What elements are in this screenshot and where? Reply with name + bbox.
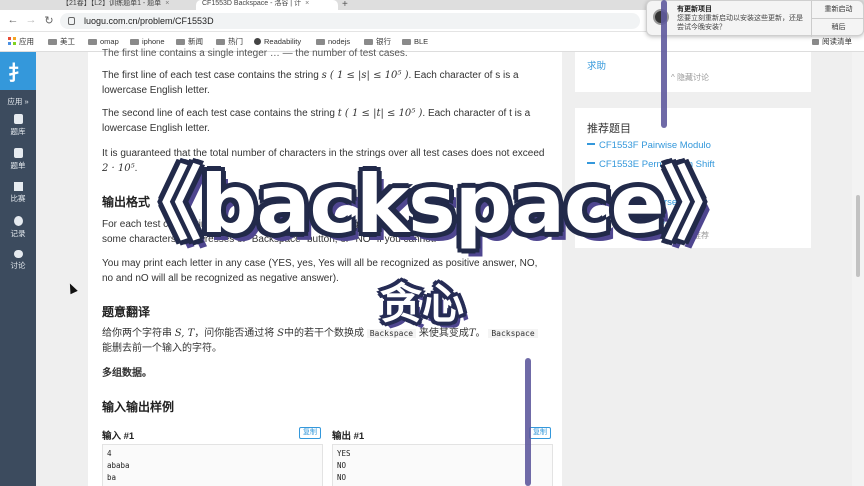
sample-input-label: 输入 #1 [102,431,135,442]
later-button[interactable]: 稍后 [812,19,864,37]
tab-label: CF1553D Backspace - 洛谷 | 计 [202,0,302,7]
folder-icon [130,39,139,45]
sample-output-line: NO [337,461,347,470]
sample-input-line: ba [107,473,117,482]
overlay-bar [661,0,667,128]
sample-output-box: YES NO NO [332,444,553,486]
ask-for-help-link[interactable]: 求助 [587,58,606,72]
folder-icon [402,39,411,45]
url-text: luogu.com.cn/problem/CF1553D [84,16,214,26]
folder-icon [316,39,325,45]
screen: 【21春】【L2】训练题单1 - 题单 × CF1553D Backspace -… [0,0,864,486]
copy-input-button[interactable]: 复制 [299,427,321,439]
forward-arrow-icon[interactable]: → [24,14,38,26]
overlay-bar [525,358,531,486]
sidebar-item-problems[interactable]: 题库 [0,114,36,137]
output-case-note: You may print each letter in any case (Y… [102,258,538,284]
sample-input-box: 4 ababa ba [102,444,323,486]
overlay-title: 《backspace》 [121,158,743,251]
folder-icon [176,39,185,45]
sample-output-label: 输出 #1 [332,431,365,442]
close-icon[interactable]: × [165,0,169,7]
discussion-card: 求助 ^ 隐藏讨论 [575,52,811,92]
apps-grid-icon [8,37,16,45]
translation-text: 给你两个字符串 S, T，问你能否通过将 S中的若干个数换成 Backspace… [102,326,546,356]
reload-icon[interactable]: ↻ [42,14,56,27]
tab-label: 【21春】【L2】训练题单1 - 题单 [62,0,162,7]
sample-input-line: ababa [107,461,130,470]
lock-icon [68,17,75,25]
notification-title: 有更新项目 [677,6,712,13]
new-tab-button[interactable]: + [342,0,348,10]
problem-content: The first line contains a single integer… [88,48,562,486]
readability-icon [254,38,261,45]
notification-buttons: 重新启动 稍后 [811,1,864,37]
left-sidebar: ⺘ 应用 » 题库 题单 比赛 记录 讨论 [0,52,36,486]
tab-cf1553d[interactable]: CF1553D Backspace - 洛谷 | 计 × [196,0,338,10]
update-notification: 有更新项目 您要立刻重新启动以安装这些更新，还是尝试今晚安装？ 重新启动 稍后 [646,0,864,37]
mouse-cursor-icon [66,281,78,295]
sidebar-expand[interactable]: 应用 » [0,96,36,107]
multi-case-note: 多组数据。 [102,368,152,379]
close-icon[interactable]: × [305,0,309,7]
back-arrow-icon[interactable]: ← [6,14,20,26]
copy-output-button[interactable]: 复制 [529,427,551,439]
sample-input-line: 4 [107,449,112,458]
input-line-s: The first line of each test case contain… [102,70,519,96]
reading-list-icon [812,39,819,45]
folder-icon [88,39,97,45]
recommended-title: 推荐题目 [587,123,631,135]
folder-icon [48,39,57,45]
bookmark-folder[interactable]: 美工 [48,32,75,52]
hide-discussion-toggle[interactable]: ^ 隐藏讨论 [671,72,709,83]
notification-body: 您要立刻重新启动以安装这些更新，还是尝试今晚安装？ [677,15,803,31]
section-translation: 题意翻译 [102,305,151,319]
folder-icon [364,39,373,45]
input-format-first-line: The first line contains a single integer… [102,48,408,59]
sample-output-line: YES [337,449,351,458]
bookmark-apps[interactable]: 应用 [8,32,34,52]
book-icon [13,114,23,124]
folder-icon [216,39,225,45]
url-input[interactable]: luogu.com.cn/problem/CF1553D [60,13,640,29]
input-line-t: The second line of each test case contai… [102,108,531,134]
luogu-logo[interactable]: ⺘ [0,52,36,90]
section-samples: 输入输出样例 [102,400,175,414]
overlay-subtitle: 贪心 [380,280,465,327]
tab-training-list[interactable]: 【21春】【L2】训练题单1 - 题单 × [56,0,196,10]
sample-output-line: NO [337,473,347,482]
restart-button[interactable]: 重新启动 [812,1,864,19]
